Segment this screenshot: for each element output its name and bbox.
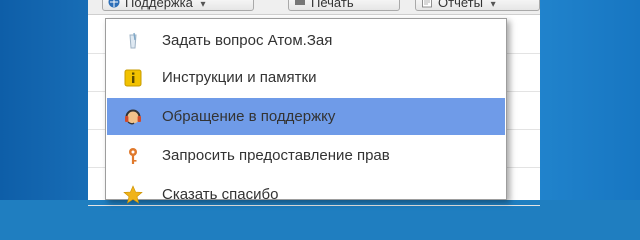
support-dropdown-menu: Задать вопрос Атом.Зая Инструкции и памя… (105, 18, 507, 204)
print-button-label: Печать (311, 0, 354, 10)
star-icon (123, 185, 143, 204)
reports-dropdown-button[interactable]: Отчеты ▾ (415, 0, 540, 11)
menu-item-label: Запросить предоставление прав (162, 147, 390, 164)
chevron-down-icon: ▾ (200, 0, 206, 10)
key-icon (129, 148, 137, 164)
reports-button-label: Отчеты (438, 0, 483, 10)
menu-item-say-thanks[interactable]: Сказать спасибо (107, 176, 505, 213)
headset-icon (125, 109, 141, 125)
menu-item-label: Задать вопрос Атом.Зая (162, 32, 333, 49)
report-icon (422, 0, 432, 8)
menu-item-label: Сказать спасибо (162, 186, 279, 203)
menu-item-request-rights[interactable]: Запросить предоставление прав (107, 137, 505, 174)
menu-item-label: Инструкции и памятки (162, 69, 317, 86)
menu-item-instructions[interactable]: Инструкции и памятки (107, 59, 505, 96)
menu-item-contact-support[interactable]: Обращение в поддержку (107, 98, 505, 135)
print-button[interactable]: Печать (288, 0, 400, 11)
support-dropdown-button[interactable]: Поддержка ▾ (102, 0, 254, 11)
support-button-label: Поддержка (125, 0, 193, 10)
chevron-down-icon: ▾ (490, 0, 496, 10)
menu-item-ask-question[interactable]: Задать вопрос Атом.Зая (107, 22, 505, 59)
glass-icon (129, 32, 137, 49)
info-icon (124, 69, 142, 87)
toolbar: Поддержка ▾ Печать Отчеты ▾ (88, 0, 540, 15)
printer-icon (295, 0, 305, 5)
globe-icon (108, 0, 120, 8)
menu-item-label: Обращение в поддержку (162, 108, 336, 125)
